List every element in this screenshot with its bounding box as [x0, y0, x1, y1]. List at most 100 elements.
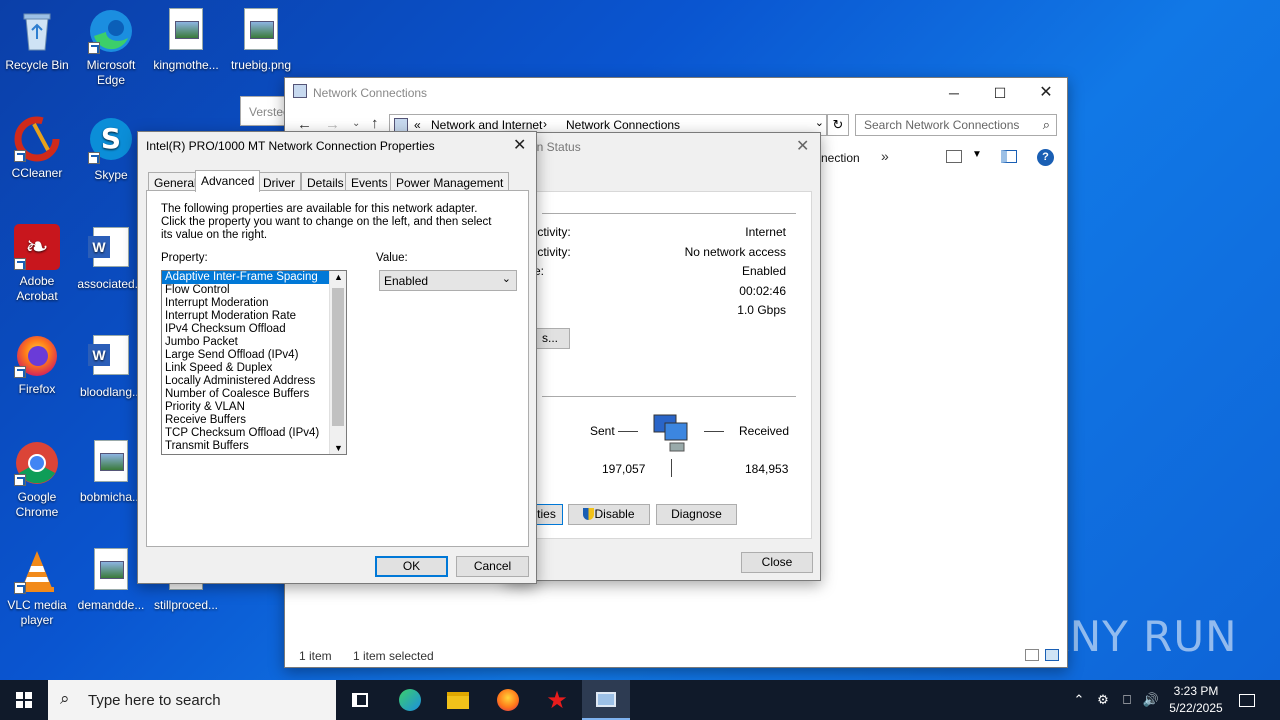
list-item[interactable]: Link Speed & Duplex	[162, 362, 346, 375]
desktop-icon-adobe-acrobat[interactable]: ❧ Adobe Acrobat	[0, 224, 74, 304]
desktop-icon-firefox[interactable]: Firefox	[0, 332, 74, 397]
list-item[interactable]: Locally Administered Address	[162, 375, 346, 388]
value-select[interactable]: Enabled ⌄	[379, 270, 517, 291]
list-item[interactable]: Interrupt Moderation Rate	[162, 310, 346, 323]
search-icon: ⌕	[1042, 117, 1050, 132]
connection-rows: nectivity: Internet nectivity: No networ…	[524, 225, 786, 323]
status-row: nectivity: No network access	[524, 245, 786, 265]
status-item-count: 1 item	[299, 649, 332, 663]
desktop-icon-ccleaner[interactable]: CCleaner	[0, 116, 74, 181]
address-dropdown-icon[interactable]: ⌄	[815, 116, 824, 129]
list-item[interactable]: Interrupt Moderation	[162, 297, 346, 310]
list-item[interactable]: IPv4 Checksum Offload	[162, 323, 346, 336]
taskbar-app-star-icon[interactable]: ★	[533, 680, 581, 720]
uac-shield-icon	[583, 508, 595, 520]
desktop-icon-kingmothe[interactable]: kingmothe...	[149, 8, 223, 73]
tab-events[interactable]: Events	[345, 172, 394, 191]
search-box[interactable]: Search Network Connections ⌕	[855, 114, 1057, 136]
taskbar-network-connections-icon[interactable]	[582, 680, 630, 720]
show-hidden-icons-icon[interactable]: ⌃	[1068, 680, 1090, 720]
desktop-icon-google-chrome[interactable]: Google Chrome	[0, 440, 74, 520]
scroll-down-icon[interactable]: ▼	[334, 443, 343, 453]
control-panel-icon	[394, 118, 408, 132]
desktop-icon-truebig[interactable]: truebig.png	[224, 8, 298, 73]
status-row-value: Enabled	[741, 264, 786, 278]
desktop-icon-edge[interactable]: Microsoft Edge	[74, 8, 148, 88]
tab-details[interactable]: Details	[301, 172, 350, 191]
status-row-value: No network access	[684, 244, 786, 259]
maximize-button[interactable]: ☐	[977, 78, 1023, 108]
adapter-properties-dialog[interactable]: Intel(R) PRO/1000 MT Network Connection …	[137, 131, 537, 584]
status-row: 1.0 Gbps	[524, 303, 786, 323]
list-item[interactable]: Receive Buffers	[162, 414, 346, 427]
props-close-button[interactable]: ✕	[513, 135, 526, 155]
change-view-icon[interactable]	[946, 150, 962, 163]
tab-driver[interactable]: Driver	[257, 172, 301, 191]
breadcrumb-network-and-internet[interactable]: Network and Internet	[431, 118, 542, 132]
file-explorer-icon[interactable]	[434, 680, 482, 720]
taskbar-firefox-icon[interactable]	[484, 680, 532, 720]
vlc-cone-icon	[14, 548, 60, 594]
shortcut-arrow-icon	[88, 42, 100, 54]
list-item[interactable]: Adaptive Inter-Frame Spacing	[162, 271, 346, 284]
list-item[interactable]: Flow Control	[162, 284, 346, 297]
close-button[interactable]: ✕	[1023, 78, 1069, 108]
list-item[interactable]: Large Send Offload (IPv4)	[162, 349, 346, 362]
scroll-up-icon[interactable]: ▲	[334, 272, 343, 282]
large-icons-view-icon[interactable]	[1045, 649, 1059, 661]
breadcrumb-network-connections[interactable]: Network Connections	[566, 118, 680, 132]
shortcut-arrow-icon	[14, 474, 26, 486]
clock[interactable]: 3:23 PM 5/22/2025	[1164, 683, 1228, 717]
start-button[interactable]	[0, 680, 48, 720]
list-item[interactable]: Number of Coalesce Buffers	[162, 388, 346, 401]
value-label: Value:	[376, 252, 408, 264]
list-item[interactable]: TCP Checksum Offload (IPv4)	[162, 427, 346, 440]
details-view-icon[interactable]	[1025, 649, 1039, 661]
tab-advanced[interactable]: Advanced	[195, 170, 261, 192]
preview-pane-icon[interactable]	[1001, 150, 1017, 163]
desktop-icon-recycle-bin[interactable]: Recycle Bin	[0, 8, 74, 73]
view-dropdown-icon[interactable]: ▼	[972, 149, 982, 160]
disable-button[interactable]: Disable	[568, 504, 650, 525]
skype-icon: S	[88, 118, 134, 164]
taskbar-search-box[interactable]: ⌕ Type here to search	[48, 680, 336, 720]
refresh-icon[interactable]: ↻	[827, 114, 849, 136]
property-label: Property:	[161, 252, 208, 264]
list-item[interactable]: Jumbo Packet	[162, 336, 346, 349]
defender-tray-icon[interactable]: ⚙	[1092, 680, 1114, 720]
tab-power-management[interactable]: Power Management	[390, 172, 510, 191]
cancel-button[interactable]: Cancel	[456, 556, 529, 577]
up-arrow-icon[interactable]: ↑	[371, 115, 379, 132]
network-tray-icon[interactable]: ⎕	[1116, 680, 1138, 720]
toolbar-more-icon[interactable]: »	[881, 148, 889, 164]
word-document-icon	[88, 335, 134, 381]
ethernet-status-dialog[interactable]: on Status ✕ nectivity: Internet nectivit…	[505, 132, 821, 581]
image-file-icon	[238, 8, 284, 54]
ok-button[interactable]: OK	[375, 556, 448, 577]
list-scrollbar[interactable]: ▲ ▼	[329, 271, 346, 454]
help-icon[interactable]: ?	[1037, 149, 1054, 166]
image-file-icon	[88, 440, 134, 486]
recent-locations-icon[interactable]: ⌄	[352, 118, 360, 129]
network-folder-icon	[293, 84, 307, 98]
property-list[interactable]: Adaptive Inter-Frame Spacing Flow Contro…	[161, 270, 347, 455]
minimize-button[interactable]: ─	[931, 78, 977, 108]
toolbar-connection-partial[interactable]: nection	[821, 151, 860, 165]
taskbar-edge-icon[interactable]	[386, 680, 434, 720]
desktop-icon-label: truebig.png	[230, 58, 292, 72]
desktop-icon-label: kingmothe...	[153, 58, 219, 72]
list-item[interactable]: Priority & VLAN	[162, 401, 346, 414]
volume-tray-icon[interactable]: 🔊	[1140, 680, 1162, 720]
task-view-icon[interactable]	[336, 680, 384, 720]
sent-label: Sent	[590, 424, 615, 438]
edge-icon	[88, 8, 134, 54]
sent-line	[618, 431, 638, 432]
list-item[interactable]: Transmit Buffers	[162, 440, 346, 453]
status-close-button[interactable]: Close	[741, 552, 813, 573]
diagnose-button[interactable]: Diagnose	[656, 504, 737, 525]
notifications-icon[interactable]	[1236, 680, 1258, 720]
scroll-thumb[interactable]	[332, 288, 344, 426]
status-dialog-close-button[interactable]: ✕	[796, 136, 809, 156]
shortcut-arrow-icon	[14, 366, 26, 378]
desktop-icon-vlc[interactable]: VLC media player	[0, 548, 74, 628]
